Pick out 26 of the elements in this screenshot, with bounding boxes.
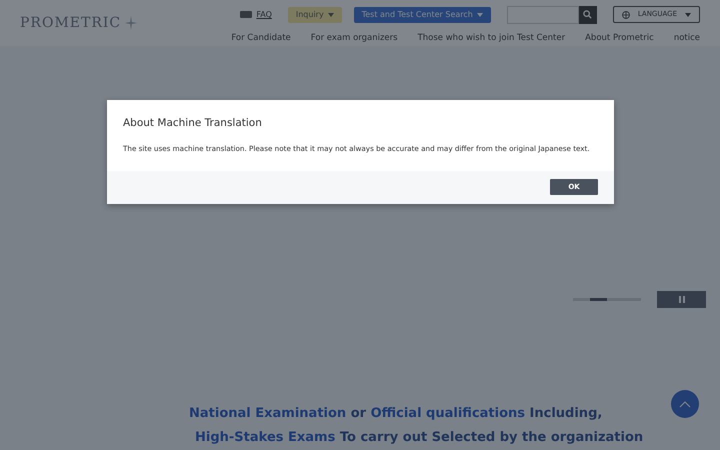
headline-text: High-Stakes Exams To carry out Selected by the organization: [194, 428, 644, 446]
caret-icon: [328, 12, 334, 17]
search-icon: [583, 10, 592, 20]
pause-button[interactable]: [657, 291, 706, 308]
inquiry-button[interactable]: Inquiry: [288, 6, 342, 23]
scroll-top-button[interactable]: [671, 390, 699, 418]
nav-link[interactable]: For exam organizers: [310, 32, 398, 44]
nav-link[interactable]: notice: [674, 32, 700, 44]
modal-title: About Machine Translation: [123, 116, 263, 131]
nav-link[interactable]: Those who wish to join Test Center: [418, 32, 566, 44]
test-search-button[interactable]: Test and Test Center Search: [354, 6, 491, 23]
faq-link[interactable]: FAQ: [240, 8, 272, 21]
globe-icon: [622, 10, 630, 19]
caret-icon: [685, 12, 691, 17]
pause-icon: [678, 296, 684, 303]
caret-icon: [476, 12, 483, 17]
headline-text: National Examination or Official qualifications Including,: [189, 405, 602, 423]
chat-icon: [240, 10, 252, 19]
star-icon: [125, 16, 138, 30]
nav-link[interactable]: For Candidate: [231, 32, 291, 44]
chevron-up-icon: [679, 400, 691, 408]
search-button[interactable]: [578, 6, 597, 24]
logo-text[interactable]: PROMETRIC: [20, 12, 122, 34]
search-field[interactable]: [506, 6, 579, 24]
slide-indicator[interactable]: [590, 298, 607, 301]
nav-link[interactable]: About Prometric: [585, 32, 654, 44]
